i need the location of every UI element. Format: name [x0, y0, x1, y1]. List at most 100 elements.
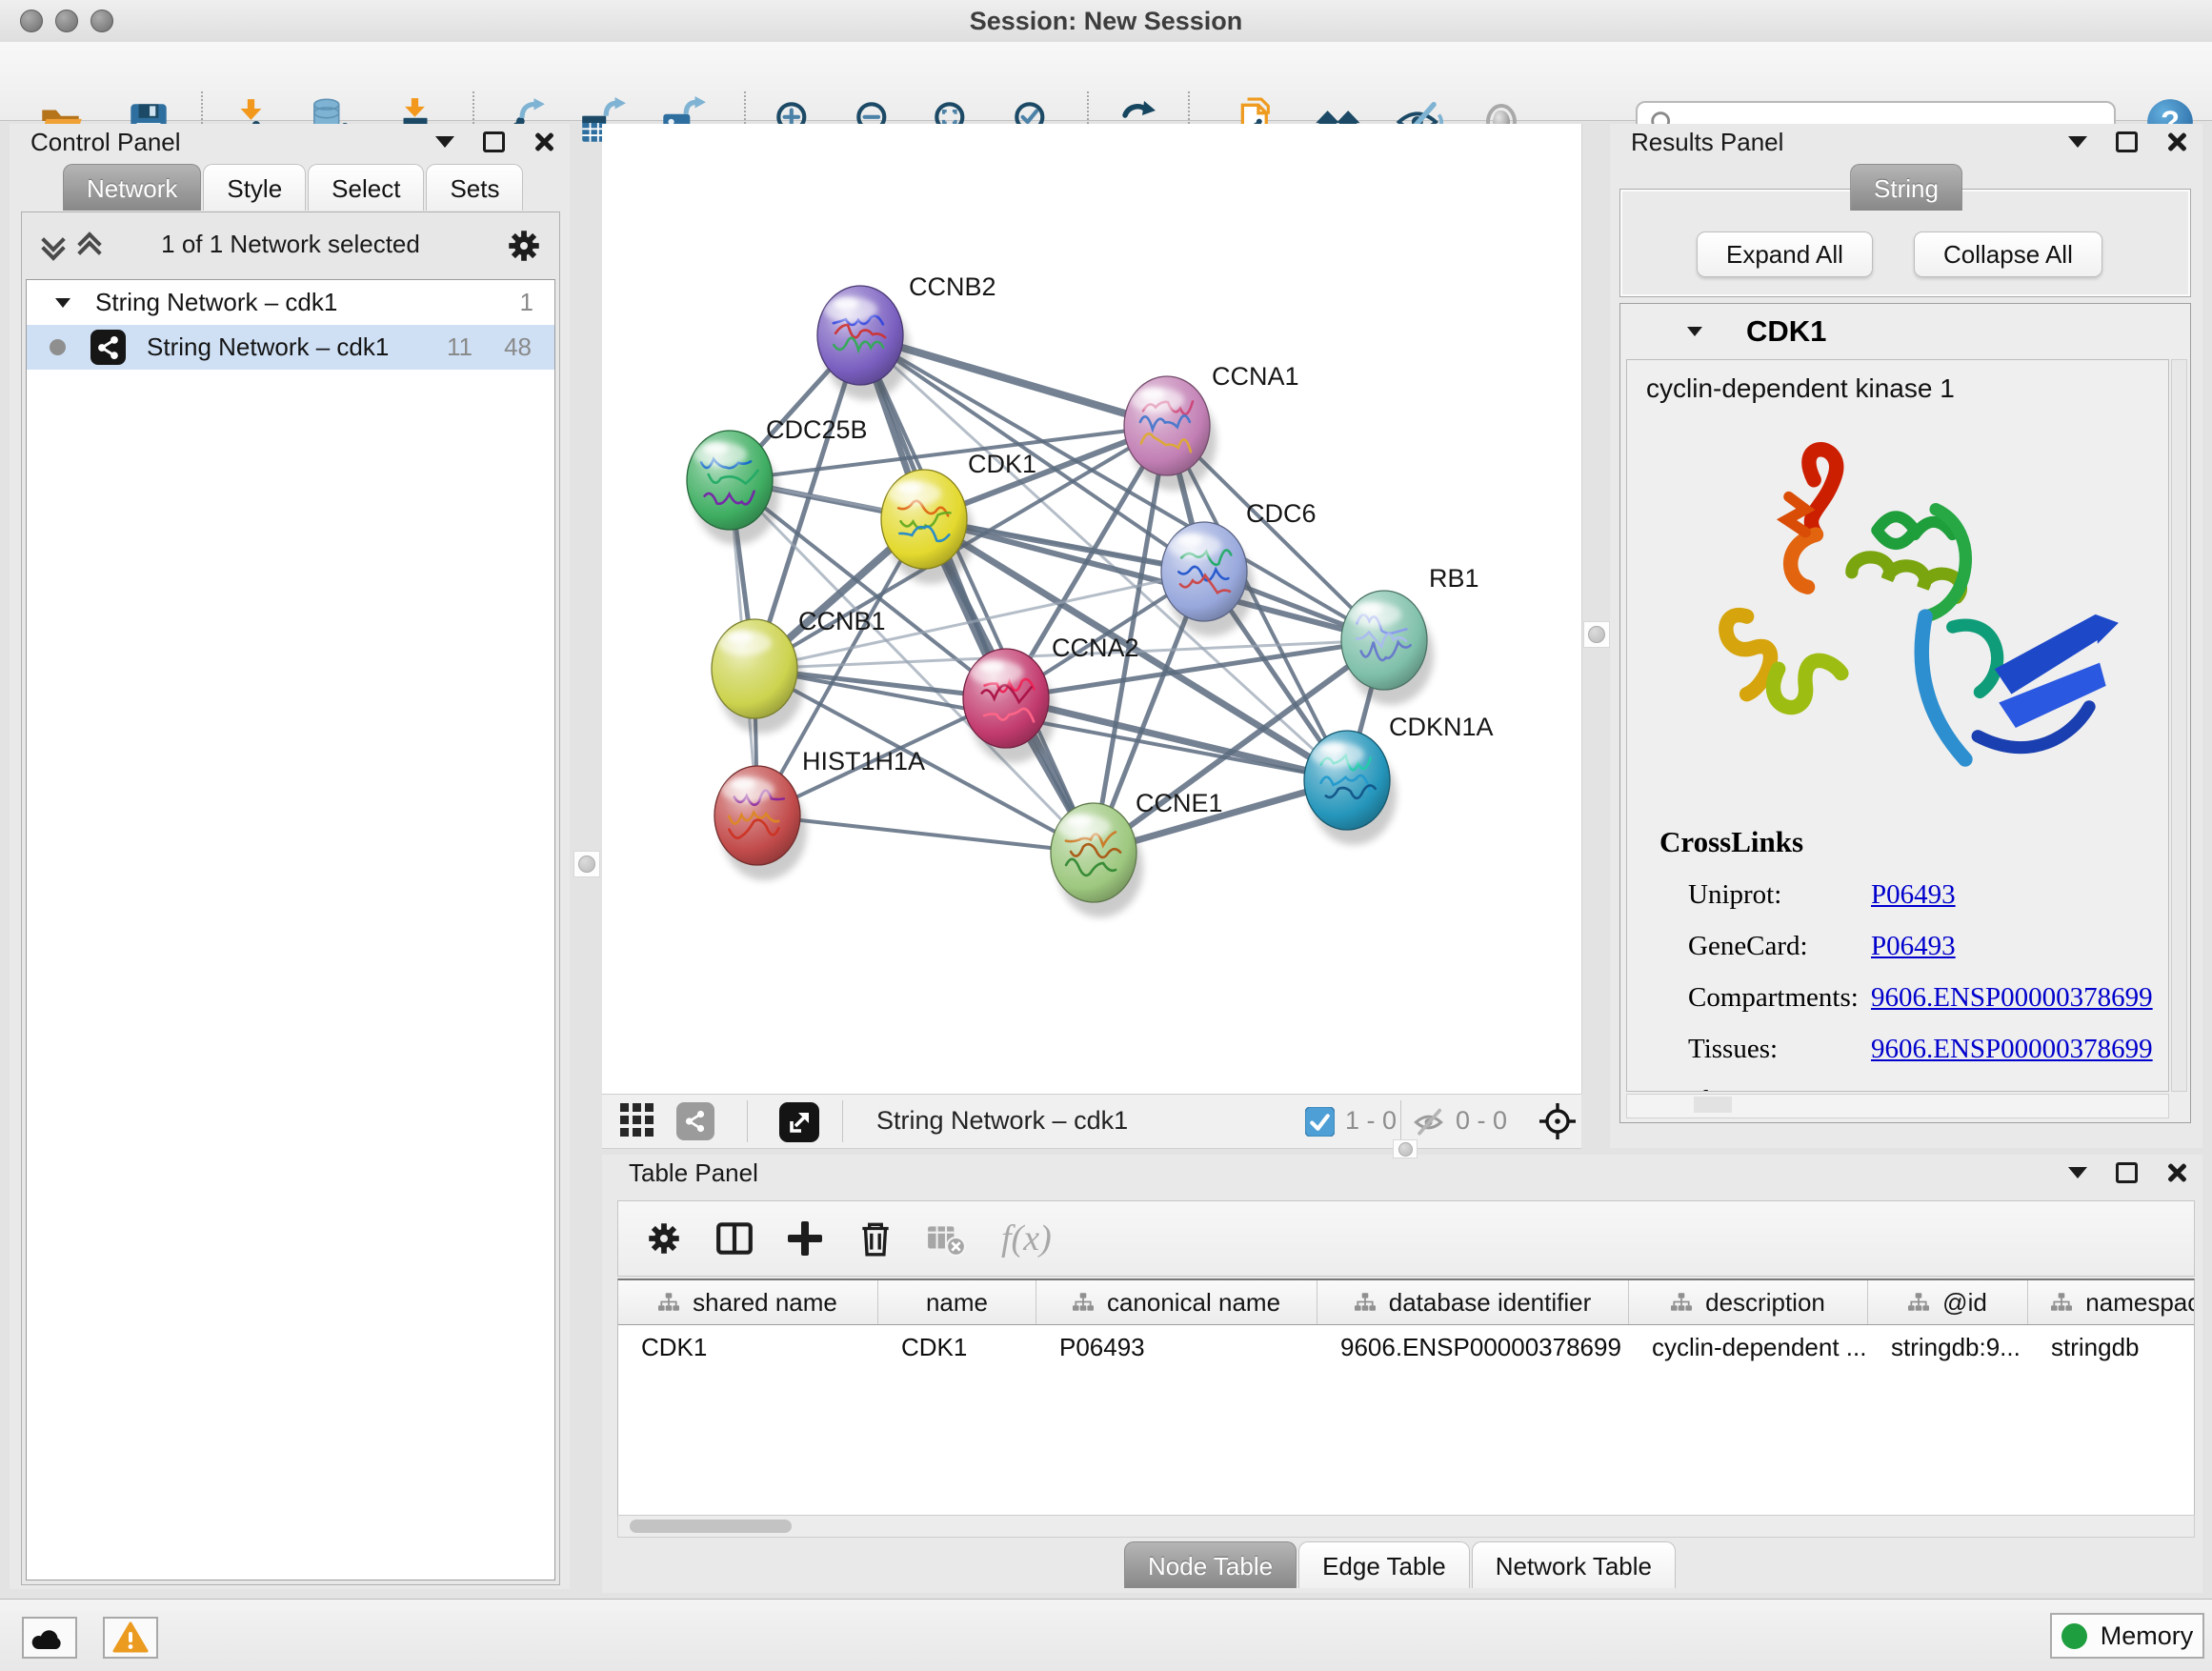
table-hscrollbar[interactable] — [617, 1515, 2195, 1538]
network-view-mode-button[interactable] — [676, 1102, 714, 1145]
network-node-CCNB2[interactable] — [817, 286, 910, 400]
crosslink-link[interactable]: P06493 — [1871, 879, 1956, 911]
protein-content-hscrollbar[interactable] — [1626, 1094, 2169, 1118]
protein-content: cyclin-dependent kinase 1 — [1626, 359, 2169, 1092]
network-icon — [90, 330, 126, 365]
network-node-label: CDKN1A — [1389, 713, 1494, 741]
table-cell[interactable]: CDK1 — [878, 1325, 1036, 1369]
network-row[interactable]: String Network – cdk1 11 48 — [27, 325, 554, 370]
cloud-status-button[interactable] — [22, 1617, 77, 1659]
warnings-button[interactable] — [103, 1617, 158, 1659]
protein-collapse-icon[interactable] — [1687, 327, 1702, 336]
network-node-CCNE1[interactable] — [1051, 803, 1143, 917]
network-node-RB1[interactable] — [1341, 591, 1434, 705]
results-panel-float-button[interactable] — [2116, 131, 2138, 152]
network-node-label: CCNB1 — [798, 607, 886, 635]
function-builder-button[interactable]: f(x) — [995, 1218, 1081, 1259]
network-node-CDC25B[interactable] — [687, 431, 779, 545]
protein-header[interactable]: CDK1 — [1620, 304, 2190, 359]
column-header-name[interactable]: name — [878, 1280, 1036, 1324]
column-header-namespace[interactable]: namespace — [2028, 1280, 2195, 1324]
birds-eye-view-button[interactable] — [1538, 1101, 1578, 1146]
table-hscrollbar-thumb[interactable] — [630, 1520, 792, 1533]
tab-select[interactable]: Select — [308, 164, 424, 211]
table-row[interactable]: CDK1CDK1P064939606.ENSP00000378699cyclin… — [618, 1325, 2194, 1369]
table-cell[interactable]: stringdb — [2028, 1325, 2195, 1369]
crosslinks-list: Uniprot:P06493GeneCard:P06493Compartment… — [1688, 869, 2159, 1092]
tab-node-table[interactable]: Node Table — [1124, 1541, 1297, 1588]
network-node-CCNA2[interactable] — [963, 649, 1056, 763]
column-header-description[interactable]: description — [1629, 1280, 1868, 1324]
table-options-button[interactable] — [643, 1218, 685, 1259]
network-node-label: CCNA2 — [1052, 634, 1139, 662]
protein-structure-image — [1680, 421, 2128, 831]
tab-string[interactable]: String — [1850, 164, 1962, 211]
network-node-CDK1[interactable] — [881, 470, 974, 584]
table-panel-close-button[interactable] — [2166, 1162, 2187, 1183]
network-node-HIST1H1A[interactable] — [714, 766, 807, 880]
results-panel-menu-button[interactable] — [2068, 136, 2087, 148]
results-panel-close-button[interactable] — [2166, 131, 2187, 152]
table-cell[interactable]: 9606.ENSP00000378699 — [1317, 1325, 1629, 1369]
crosslink-label: Uniprot: — [1688, 879, 1871, 911]
detach-view-button[interactable] — [779, 1102, 819, 1147]
crosslink-link[interactable]: 9606.ENSP00000378699 — [1871, 1034, 2153, 1065]
network-collection-row[interactable]: String Network – cdk1 1 — [27, 280, 554, 325]
delete-column-button[interactable] — [855, 1218, 896, 1259]
column-header-canonical-name[interactable]: canonical name — [1036, 1280, 1317, 1324]
network-manager-toolbar: 1 of 1 Network selected — [22, 212, 559, 279]
tab-network[interactable]: Network — [63, 164, 201, 211]
column-header-@id[interactable]: @id — [1868, 1280, 2028, 1324]
horizontal-splitter-handle[interactable] — [1393, 1139, 1418, 1158]
right-splitter-handle[interactable] — [1583, 621, 1610, 648]
table-panel-float-button[interactable] — [2116, 1162, 2138, 1183]
memory-button[interactable]: Memory — [2050, 1613, 2204, 1659]
table-panel-menu-button[interactable] — [2068, 1167, 2087, 1178]
tab-style[interactable]: Style — [203, 164, 306, 211]
crosslinks-title: CrossLinks — [1659, 825, 1803, 859]
table-body: CDK1CDK1P064939606.ENSP00000378699cyclin… — [618, 1325, 2194, 1369]
crosslink-link[interactable]: P06493 — [1871, 931, 1956, 962]
column-header-label: shared name — [693, 1288, 837, 1318]
grid-view-button[interactable] — [619, 1102, 655, 1143]
left-splitter-handle[interactable] — [573, 851, 600, 877]
control-panel-menu-button[interactable] — [435, 136, 454, 148]
protein-content-scrollbar[interactable] — [2171, 359, 2187, 1092]
network-manager-options-button[interactable] — [504, 226, 544, 271]
table-cell[interactable]: P06493 — [1036, 1325, 1317, 1369]
column-header-label: @id — [1942, 1288, 1987, 1318]
shared-column-icon — [1073, 1293, 1094, 1312]
application-window: Session: New Session — [0, 0, 2212, 1671]
protein-description: cyclin-dependent kinase 1 — [1646, 373, 1955, 404]
control-panel-float-button[interactable] — [483, 131, 505, 152]
crosslink-link[interactable]: 9606.ENSP00000378699 — [1871, 982, 2153, 1014]
collapse-all-button[interactable]: Collapse All — [1914, 232, 2102, 277]
tab-network-table[interactable]: Network Table — [1472, 1541, 1676, 1588]
table-cell[interactable]: cyclin-dependent ... — [1629, 1325, 1868, 1369]
tab-sets[interactable]: Sets — [426, 164, 523, 211]
delete-table-button[interactable] — [925, 1218, 967, 1259]
network-node-CDC6[interactable] — [1161, 522, 1254, 636]
results-panel-title: Results Panel — [1631, 128, 1783, 157]
expand-all-button[interactable]: Expand All — [1697, 232, 1873, 277]
column-header-shared-name[interactable]: shared name — [618, 1280, 878, 1324]
create-column-button[interactable] — [784, 1218, 826, 1259]
control-panel-close-button[interactable] — [533, 131, 554, 152]
collection-expand-icon[interactable] — [55, 298, 70, 308]
shared-column-icon — [1355, 1293, 1376, 1312]
network-node-CDKN1A[interactable] — [1304, 731, 1397, 845]
tab-edge-table[interactable]: Edge Table — [1298, 1541, 1470, 1588]
network-node-label: CDC25B — [766, 415, 868, 444]
crosslink-link[interactable]: P06493 — [1871, 1085, 1956, 1093]
table-cell[interactable]: stringdb:9... — [1868, 1325, 2028, 1369]
selected-filter-checkbox[interactable] — [1305, 1107, 1335, 1141]
network-selection-status: 1 of 1 Network selected — [22, 230, 559, 259]
table-cell[interactable]: CDK1 — [618, 1325, 878, 1369]
network-canvas[interactable]: CCNB2CCNA1CDC25BCDK1CDC6RB1CCNB1CCNA2CDK… — [602, 124, 1582, 1094]
column-header-database-identifier[interactable]: database identifier — [1317, 1280, 1629, 1324]
crosshair-icon — [1538, 1101, 1578, 1141]
trash-icon — [855, 1218, 895, 1258]
network-label: String Network – cdk1 — [147, 332, 389, 362]
network-edge[interactable] — [757, 815, 1094, 853]
show-column-button[interactable] — [714, 1218, 755, 1259]
